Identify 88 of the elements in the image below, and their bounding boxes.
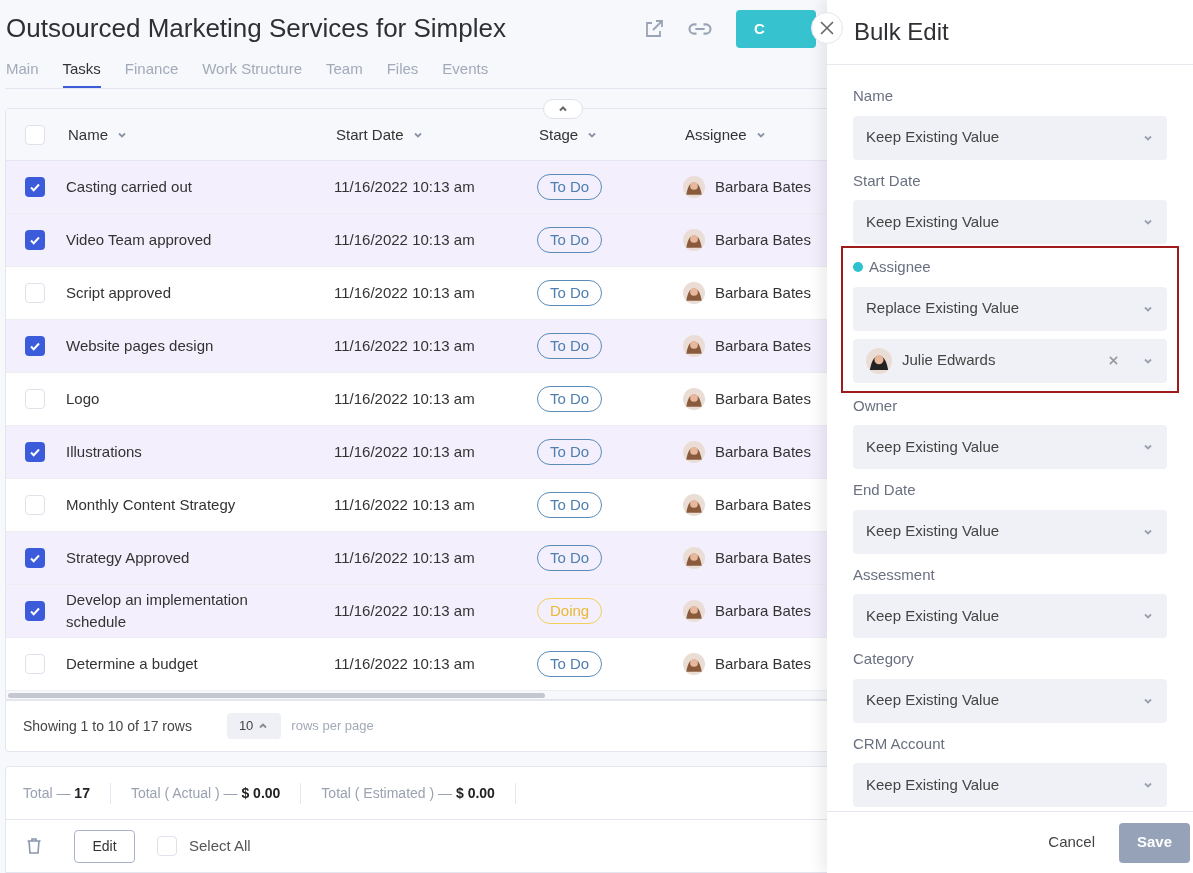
avatar xyxy=(683,388,705,411)
value-select[interactable]: Keep Existing Value xyxy=(853,509,1167,554)
collapse-button[interactable] xyxy=(543,99,583,120)
assignee-name: Barbara Bates xyxy=(715,495,811,516)
avatar xyxy=(683,494,705,517)
avatar xyxy=(683,335,705,358)
column-header[interactable]: Start Date xyxy=(334,123,537,147)
start-date: 11/16/2022 10:13 am xyxy=(334,336,476,357)
task-name: Illustrations xyxy=(66,442,143,463)
rows-summary: Showing 1 to 10 of 17 rows xyxy=(23,716,192,736)
close-icon xyxy=(820,21,834,35)
value-select[interactable]: Keep Existing Value xyxy=(853,200,1167,244)
task-name: Website pages design xyxy=(66,336,215,357)
start-date: 11/16/2022 10:13 am xyxy=(334,495,476,516)
start-date: 11/16/2022 10:13 am xyxy=(334,601,476,622)
avatar xyxy=(683,441,705,464)
value-select[interactable]: Keep Existing Value xyxy=(853,763,1167,807)
checkbox[interactable] xyxy=(157,836,177,856)
start-date: 11/16/2022 10:13 am xyxy=(334,389,476,410)
value-select[interactable]: Keep Existing Value xyxy=(853,594,1167,638)
field-label: Owner xyxy=(853,395,898,416)
value-select[interactable]: Keep Existing Value xyxy=(853,425,1167,469)
task-name: Determine a budget xyxy=(66,654,199,675)
field-label: CRM Account xyxy=(853,733,945,754)
page-size-select[interactable]: 10 xyxy=(226,713,282,740)
field-label: Start Date xyxy=(853,170,921,191)
avatar xyxy=(683,600,705,623)
checkbox[interactable] xyxy=(25,230,45,251)
avatar xyxy=(683,547,705,570)
task-name: Develop an implementation schedule xyxy=(66,590,249,633)
start-date: 11/16/2022 10:13 am xyxy=(334,548,476,569)
column-header[interactable]: Stage xyxy=(537,123,683,147)
task-name: Video Team approved xyxy=(66,230,213,251)
field-label: Assessment xyxy=(853,564,935,585)
assignee-name: Barbara Bates xyxy=(715,654,811,675)
cancel-button[interactable]: Cancel xyxy=(1028,822,1115,863)
edit-button[interactable]: Edit xyxy=(74,829,135,863)
assignee-name: Barbara Bates xyxy=(715,389,811,410)
avatar xyxy=(683,282,705,305)
start-date: 11/16/2022 10:13 am xyxy=(334,442,476,463)
panel-title: Bulk Edit xyxy=(854,17,949,47)
checkbox[interactable] xyxy=(25,548,45,569)
start-date: 11/16/2022 10:13 am xyxy=(334,283,476,304)
task-name: Monthly Content Strategy xyxy=(66,495,237,516)
assignee-name: Barbara Bates xyxy=(715,548,811,569)
checkbox[interactable] xyxy=(25,283,45,304)
column-header[interactable]: Name xyxy=(66,123,334,147)
rows-per-page-label: rows per page xyxy=(291,717,374,736)
value-select[interactable]: Keep Existing Value xyxy=(853,115,1167,160)
checkbox[interactable] xyxy=(25,177,45,198)
person-select[interactable]: Julie Edwards xyxy=(853,338,1167,383)
task-name: Logo xyxy=(66,389,101,410)
field-label: Category xyxy=(853,649,914,669)
checkbox[interactable] xyxy=(25,124,45,145)
assignee-name: Barbara Bates xyxy=(715,177,811,198)
checkbox[interactable] xyxy=(25,336,45,357)
field-label: End Date xyxy=(853,480,916,500)
total-summary: Total ( Estimated ) — $ 0.00 xyxy=(321,782,516,804)
page-title: Outsourced Marketing Services for Simplex xyxy=(5,12,506,46)
checkbox[interactable] xyxy=(25,601,45,622)
task-name: Casting carried out xyxy=(66,177,193,198)
assignee-name: Barbara Bates xyxy=(715,283,811,304)
tab[interactable]: Tasks xyxy=(62,57,101,89)
avatar xyxy=(683,229,705,252)
total-summary: Total ( Actual ) — $ 0.00 xyxy=(130,782,302,804)
scrollbar[interactable] xyxy=(8,692,545,698)
start-date: 11/16/2022 10:13 am xyxy=(334,230,476,251)
clear-icon[interactable] xyxy=(1109,356,1118,365)
assignee-name: Barbara Bates xyxy=(715,442,811,463)
value-select[interactable]: Keep Existing Value xyxy=(853,678,1167,723)
start-date: 11/16/2022 10:13 am xyxy=(334,654,476,675)
assignee-name: Barbara Bates xyxy=(715,336,811,357)
task-name: Script approved xyxy=(66,283,173,304)
checkbox[interactable] xyxy=(25,389,45,410)
checkbox[interactable] xyxy=(25,495,45,516)
checkbox[interactable] xyxy=(25,442,45,463)
assignee-name: Barbara Bates xyxy=(715,230,811,251)
field-label: Name xyxy=(853,86,893,106)
value-select[interactable]: Replace Existing Value xyxy=(853,286,1167,331)
avatar xyxy=(866,347,892,374)
task-name: Strategy Approved xyxy=(66,548,191,569)
avatar xyxy=(683,176,705,199)
select-all-label: Select All xyxy=(189,835,251,856)
avatar xyxy=(683,653,705,676)
checkbox[interactable] xyxy=(25,654,45,675)
total-summary: Total — 17 xyxy=(23,782,111,804)
assignee-name: Barbara Bates xyxy=(715,601,811,622)
start-date: 11/16/2022 10:13 am xyxy=(334,177,476,198)
